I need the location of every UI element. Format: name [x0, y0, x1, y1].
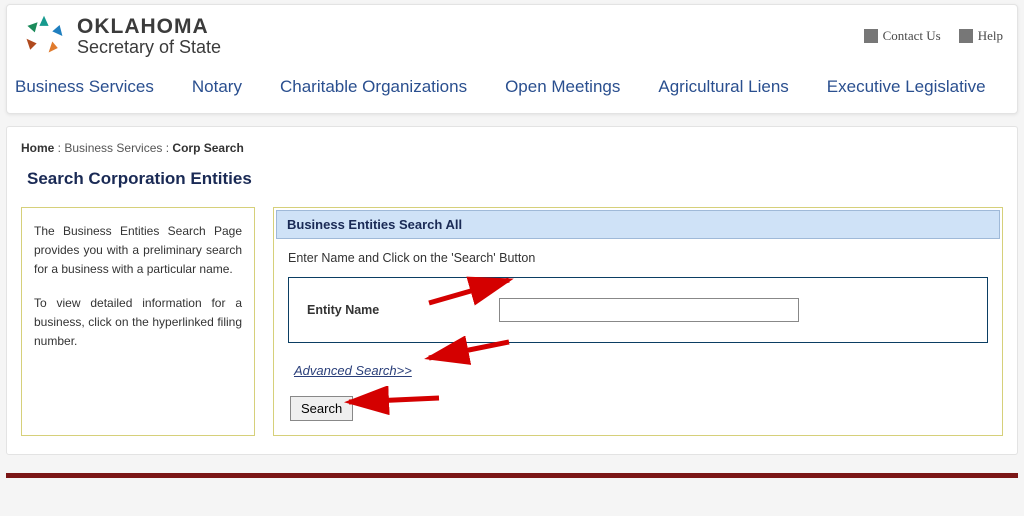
brand-line1: OKLAHOMA	[77, 16, 221, 38]
help-link[interactable]: Help	[959, 28, 1003, 44]
panel-header: Business Entities Search All	[276, 210, 1000, 239]
main-nav: Business Services Notary Charitable Orga…	[7, 63, 1017, 113]
nav-executive-legislative[interactable]: Executive Legislative	[827, 77, 986, 97]
page-title: Search Corporation Entities	[21, 169, 1003, 189]
nav-charitable-organizations[interactable]: Charitable Organizations	[280, 77, 467, 97]
header-card: OKLAHOMA Secretary of State Contact Us H…	[6, 4, 1018, 114]
form-frame: Entity Name	[288, 277, 988, 343]
nav-agricultural-liens[interactable]: Agricultural Liens	[658, 77, 788, 97]
brand-line2: Secretary of State	[77, 38, 221, 57]
side-info-box: The Business Entities Search Page provid…	[21, 207, 255, 436]
logo[interactable]: OKLAHOMA Secretary of State	[21, 13, 221, 59]
help-label: Help	[978, 28, 1003, 44]
nav-open-meetings[interactable]: Open Meetings	[505, 77, 620, 97]
breadcrumb-home[interactable]: Home	[21, 141, 54, 155]
search-panel: Business Entities Search All Enter Name …	[273, 207, 1003, 436]
entity-name-input[interactable]	[499, 298, 799, 322]
side-paragraph-2: To view detailed information for a busin…	[34, 294, 242, 352]
search-instruction: Enter Name and Click on the 'Search' But…	[288, 251, 988, 265]
footer-bar	[6, 473, 1018, 478]
contact-icon	[864, 29, 878, 43]
panel-body: Enter Name and Click on the 'Search' But…	[276, 239, 1000, 433]
contact-us-link[interactable]: Contact Us	[864, 28, 941, 44]
help-icon	[959, 29, 973, 43]
nav-notary[interactable]: Notary	[192, 77, 242, 97]
side-paragraph-1: The Business Entities Search Page provid…	[34, 222, 242, 280]
entity-name-label: Entity Name	[307, 303, 379, 317]
header-right-links: Contact Us Help	[864, 28, 1003, 44]
search-button[interactable]: Search	[290, 396, 353, 421]
content-card: Home : Business Services : Corp Search S…	[6, 126, 1018, 455]
breadcrumb-mid[interactable]: Business Services	[64, 141, 162, 155]
two-column-layout: The Business Entities Search Page provid…	[21, 207, 1003, 436]
breadcrumb-current: Corp Search	[172, 141, 243, 155]
contact-label: Contact Us	[883, 28, 941, 44]
nav-business-services[interactable]: Business Services	[15, 77, 154, 97]
header-top: OKLAHOMA Secretary of State Contact Us H…	[7, 5, 1017, 63]
breadcrumb: Home : Business Services : Corp Search	[21, 141, 1003, 155]
advanced-search-link[interactable]: Advanced Search>>	[294, 363, 412, 378]
logo-text: OKLAHOMA Secretary of State	[77, 16, 221, 57]
state-logo-icon	[21, 13, 67, 59]
